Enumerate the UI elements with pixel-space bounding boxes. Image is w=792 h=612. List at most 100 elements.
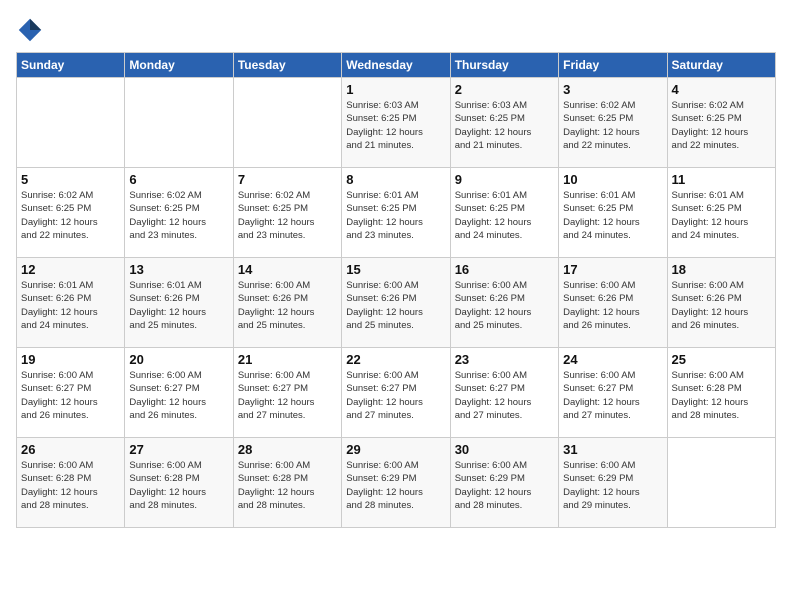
day-number: 18 <box>672 262 771 277</box>
calendar-cell <box>667 438 775 528</box>
day-info: Sunrise: 6:01 AMSunset: 6:26 PMDaylight:… <box>129 279 228 332</box>
day-number: 21 <box>238 352 337 367</box>
day-info: Sunrise: 6:03 AMSunset: 6:25 PMDaylight:… <box>455 99 554 152</box>
day-info: Sunrise: 6:03 AMSunset: 6:25 PMDaylight:… <box>346 99 445 152</box>
calendar-cell: 4 Sunrise: 6:02 AMSunset: 6:25 PMDaylight… <box>667 78 775 168</box>
calendar-cell: 16 Sunrise: 6:00 AMSunset: 6:26 PMDayligh… <box>450 258 558 348</box>
day-info: Sunrise: 6:00 AMSunset: 6:26 PMDaylight:… <box>563 279 662 332</box>
day-number: 15 <box>346 262 445 277</box>
day-number: 24 <box>563 352 662 367</box>
calendar-cell: 5 Sunrise: 6:02 AMSunset: 6:25 PMDaylight… <box>17 168 125 258</box>
calendar-cell: 9 Sunrise: 6:01 AMSunset: 6:25 PMDaylight… <box>450 168 558 258</box>
logo <box>16 16 48 44</box>
calendar-cell: 24 Sunrise: 6:00 AMSunset: 6:27 PMDayligh… <box>559 348 667 438</box>
day-number: 28 <box>238 442 337 457</box>
day-info: Sunrise: 6:00 AMSunset: 6:26 PMDaylight:… <box>346 279 445 332</box>
day-number: 9 <box>455 172 554 187</box>
calendar-cell: 8 Sunrise: 6:01 AMSunset: 6:25 PMDaylight… <box>342 168 450 258</box>
day-info: Sunrise: 6:00 AMSunset: 6:27 PMDaylight:… <box>346 369 445 422</box>
day-number: 14 <box>238 262 337 277</box>
day-info: Sunrise: 6:01 AMSunset: 6:25 PMDaylight:… <box>346 189 445 242</box>
calendar-cell: 19 Sunrise: 6:00 AMSunset: 6:27 PMDayligh… <box>17 348 125 438</box>
weekday-header: Thursday <box>450 53 558 78</box>
day-number: 1 <box>346 82 445 97</box>
day-info: Sunrise: 6:01 AMSunset: 6:25 PMDaylight:… <box>672 189 771 242</box>
day-number: 27 <box>129 442 228 457</box>
calendar-cell: 22 Sunrise: 6:00 AMSunset: 6:27 PMDayligh… <box>342 348 450 438</box>
weekday-header: Wednesday <box>342 53 450 78</box>
day-info: Sunrise: 6:00 AMSunset: 6:28 PMDaylight:… <box>21 459 120 512</box>
day-number: 4 <box>672 82 771 97</box>
day-info: Sunrise: 6:00 AMSunset: 6:27 PMDaylight:… <box>563 369 662 422</box>
day-info: Sunrise: 6:00 AMSunset: 6:29 PMDaylight:… <box>455 459 554 512</box>
calendar-cell: 12 Sunrise: 6:01 AMSunset: 6:26 PMDayligh… <box>17 258 125 348</box>
day-number: 3 <box>563 82 662 97</box>
day-info: Sunrise: 6:00 AMSunset: 6:27 PMDaylight:… <box>21 369 120 422</box>
day-info: Sunrise: 6:00 AMSunset: 6:28 PMDaylight:… <box>672 369 771 422</box>
day-info: Sunrise: 6:00 AMSunset: 6:27 PMDaylight:… <box>455 369 554 422</box>
day-info: Sunrise: 6:02 AMSunset: 6:25 PMDaylight:… <box>563 99 662 152</box>
calendar-cell: 10Sunrise: 6:01 AMSunset: 6:25 PMDayligh… <box>559 168 667 258</box>
day-number: 22 <box>346 352 445 367</box>
day-info: Sunrise: 6:00 AMSunset: 6:26 PMDaylight:… <box>672 279 771 332</box>
calendar-cell: 25 Sunrise: 6:00 AMSunset: 6:28 PMDayligh… <box>667 348 775 438</box>
day-info: Sunrise: 6:00 AMSunset: 6:29 PMDaylight:… <box>346 459 445 512</box>
calendar-cell: 13 Sunrise: 6:01 AMSunset: 6:26 PMDayligh… <box>125 258 233 348</box>
calendar-cell: 30 Sunrise: 6:00 AMSunset: 6:29 PMDayligh… <box>450 438 558 528</box>
day-info: Sunrise: 6:00 AMSunset: 6:27 PMDaylight:… <box>238 369 337 422</box>
calendar-cell: 20 Sunrise: 6:00 AMSunset: 6:27 PMDayligh… <box>125 348 233 438</box>
day-number: 6 <box>129 172 228 187</box>
weekday-header: Friday <box>559 53 667 78</box>
calendar-cell: 31Sunrise: 6:00 AMSunset: 6:29 PMDayligh… <box>559 438 667 528</box>
day-number: 20 <box>129 352 228 367</box>
day-number: 11 <box>672 172 771 187</box>
day-number: 8 <box>346 172 445 187</box>
calendar-cell: 15 Sunrise: 6:00 AMSunset: 6:26 PMDayligh… <box>342 258 450 348</box>
calendar-cell: 2 Sunrise: 6:03 AMSunset: 6:25 PMDaylight… <box>450 78 558 168</box>
calendar-cell: 6 Sunrise: 6:02 AMSunset: 6:25 PMDaylight… <box>125 168 233 258</box>
calendar-cell: 28 Sunrise: 6:00 AMSunset: 6:28 PMDayligh… <box>233 438 341 528</box>
day-info: Sunrise: 6:00 AMSunset: 6:28 PMDaylight:… <box>238 459 337 512</box>
day-number: 10 <box>563 172 662 187</box>
day-info: Sunrise: 6:02 AMSunset: 6:25 PMDaylight:… <box>21 189 120 242</box>
day-info: Sunrise: 6:01 AMSunset: 6:25 PMDaylight:… <box>455 189 554 242</box>
day-number: 7 <box>238 172 337 187</box>
day-number: 13 <box>129 262 228 277</box>
day-info: Sunrise: 6:02 AMSunset: 6:25 PMDaylight:… <box>238 189 337 242</box>
day-number: 2 <box>455 82 554 97</box>
calendar-table: SundayMondayTuesdayWednesdayThursdayFrid… <box>16 52 776 528</box>
day-number: 30 <box>455 442 554 457</box>
day-info: Sunrise: 6:00 AMSunset: 6:26 PMDaylight:… <box>238 279 337 332</box>
day-number: 19 <box>21 352 120 367</box>
logo-icon <box>16 16 44 44</box>
day-info: Sunrise: 6:02 AMSunset: 6:25 PMDaylight:… <box>129 189 228 242</box>
day-number: 16 <box>455 262 554 277</box>
calendar-cell <box>17 78 125 168</box>
weekday-header: Sunday <box>17 53 125 78</box>
day-number: 26 <box>21 442 120 457</box>
page-header <box>16 16 776 44</box>
calendar-cell: 3 Sunrise: 6:02 AMSunset: 6:25 PMDaylight… <box>559 78 667 168</box>
calendar-cell: 26 Sunrise: 6:00 AMSunset: 6:28 PMDayligh… <box>17 438 125 528</box>
calendar-cell: 23 Sunrise: 6:00 AMSunset: 6:27 PMDayligh… <box>450 348 558 438</box>
calendar-cell: 1 Sunrise: 6:03 AMSunset: 6:25 PMDaylight… <box>342 78 450 168</box>
day-number: 23 <box>455 352 554 367</box>
calendar-cell: 29 Sunrise: 6:00 AMSunset: 6:29 PMDayligh… <box>342 438 450 528</box>
day-info: Sunrise: 6:00 AMSunset: 6:28 PMDaylight:… <box>129 459 228 512</box>
calendar-cell: 27 Sunrise: 6:00 AMSunset: 6:28 PMDayligh… <box>125 438 233 528</box>
calendar-cell <box>125 78 233 168</box>
day-number: 25 <box>672 352 771 367</box>
day-number: 5 <box>21 172 120 187</box>
day-number: 29 <box>346 442 445 457</box>
day-info: Sunrise: 6:02 AMSunset: 6:25 PMDaylight:… <box>672 99 771 152</box>
weekday-header: Saturday <box>667 53 775 78</box>
weekday-header: Tuesday <box>233 53 341 78</box>
weekday-header: Monday <box>125 53 233 78</box>
day-info: Sunrise: 6:00 AMSunset: 6:27 PMDaylight:… <box>129 369 228 422</box>
day-info: Sunrise: 6:00 AMSunset: 6:26 PMDaylight:… <box>455 279 554 332</box>
day-number: 12 <box>21 262 120 277</box>
calendar-cell: 21 Sunrise: 6:00 AMSunset: 6:27 PMDayligh… <box>233 348 341 438</box>
calendar-cell: 11 Sunrise: 6:01 AMSunset: 6:25 PMDayligh… <box>667 168 775 258</box>
day-number: 17 <box>563 262 662 277</box>
day-info: Sunrise: 6:01 AMSunset: 6:26 PMDaylight:… <box>21 279 120 332</box>
